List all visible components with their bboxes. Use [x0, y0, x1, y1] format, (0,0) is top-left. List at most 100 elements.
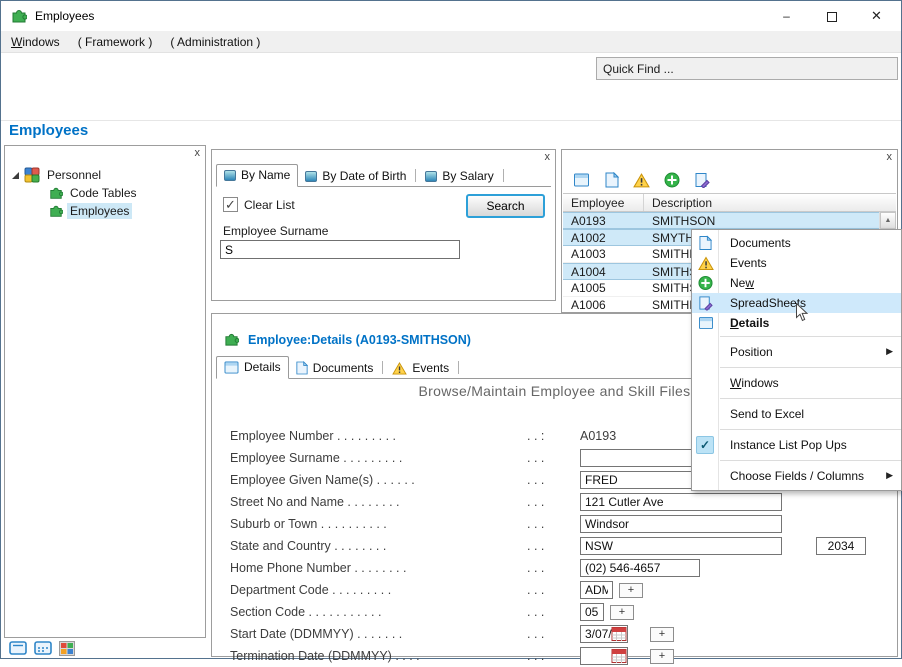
plus-circle-icon: [698, 276, 713, 291]
quick-find-input[interactable]: Quick Find ...: [596, 57, 898, 80]
surname-input[interactable]: [220, 240, 460, 259]
search-panel: x By Name By Date of Birth By Salary ✓ C…: [211, 149, 556, 301]
instance-list-toolbar: [563, 167, 896, 194]
window-icon: [698, 317, 714, 330]
scroll-up-icon[interactable]: ▲: [880, 212, 896, 229]
tree-node-personnel[interactable]: Personnel: [5, 166, 205, 184]
details-button[interactable]: [572, 171, 591, 189]
window-outline-icon: [9, 641, 27, 655]
form-row-section: Section Code . . . . . . . . . . .. . . …: [230, 601, 889, 623]
color-blocks-button[interactable]: [59, 641, 75, 659]
tab-by-name[interactable]: By Name: [216, 164, 298, 187]
close-icon[interactable]: x: [195, 147, 201, 159]
state-field[interactable]: [580, 537, 782, 555]
form-row-state: State and Country . . . . . . . .. . .: [230, 535, 889, 557]
menu-item-new[interactable]: New: [692, 273, 901, 293]
expander-icon[interactable]: [12, 172, 19, 179]
menu-item-send-to-excel[interactable]: Send to Excel: [692, 401, 901, 426]
tab-details[interactable]: Details: [216, 356, 289, 379]
start-date-prompt-button[interactable]: +: [650, 627, 674, 642]
department-prompt-button[interactable]: +: [619, 583, 643, 598]
warning-icon: [698, 256, 714, 270]
close-icon[interactable]: x: [545, 151, 551, 163]
tab-documents[interactable]: Documents: [289, 358, 381, 379]
menu-framework[interactable]: ( Framework ): [69, 31, 162, 53]
list-column-headers: Employee Description: [563, 194, 896, 212]
tree-node-code-tables[interactable]: Code Tables: [5, 184, 205, 202]
grid-view-button[interactable]: [34, 641, 52, 659]
document-icon: [296, 361, 308, 375]
calendar-icon[interactable]: [611, 626, 627, 642]
menu-item-events[interactable]: Events: [692, 253, 901, 273]
puzzle-icon: [49, 204, 63, 218]
form-row-start-date: Start Date (DDMMYY) . . . . . . .. . . +: [230, 623, 889, 645]
close-icon[interactable]: x: [887, 151, 893, 163]
tree-node-employees[interactable]: Employees: [5, 202, 205, 220]
section-field[interactable]: [580, 603, 604, 621]
document-icon: [699, 236, 712, 251]
column-header-description[interactable]: Description: [644, 194, 896, 211]
window-title: Employees: [35, 9, 94, 23]
menu-item-windows[interactable]: Windows: [692, 370, 901, 395]
content-divider: [1, 120, 901, 121]
close-button[interactable]: ✕: [854, 2, 899, 30]
form-row-street: Street No and Name . . . . . . . .. . .: [230, 491, 889, 513]
puzzle-icon: [49, 186, 63, 200]
tab-events[interactable]: Events: [385, 358, 456, 379]
app-window: Employees – ✕ Windows ( Framework ) ( Ad…: [0, 0, 902, 659]
spreadsheet-icon: [694, 172, 710, 188]
context-menu: Documents Events New SpreadSheets Detail…: [691, 229, 902, 491]
department-field[interactable]: [580, 581, 613, 599]
menu-item-choose-fields-columns[interactable]: Choose Fields / Columns ▶: [692, 463, 901, 488]
search-button[interactable]: Search: [466, 194, 545, 218]
menu-item-documents[interactable]: Documents: [692, 233, 901, 253]
menu-windows[interactable]: Windows: [2, 31, 69, 53]
surname-label: Employee Surname: [223, 224, 328, 238]
tab-list-icon: [305, 171, 317, 182]
color-blocks-icon: [59, 641, 75, 656]
phone-field[interactable]: [580, 559, 700, 577]
column-header-employee[interactable]: Employee: [563, 194, 644, 211]
clear-list-label: Clear List: [244, 198, 295, 212]
puzzle-icon: [224, 332, 239, 347]
calendar-icon[interactable]: [611, 648, 627, 664]
mouse-cursor: [795, 303, 809, 323]
menu-bar: Windows ( Framework ) ( Administration ): [1, 31, 901, 53]
submenu-arrow-icon: ▶: [886, 470, 893, 481]
form-row-termination-date: Termination Date (DDMMYY) . . . .. . . +: [230, 645, 889, 667]
spreadsheet-icon: [698, 296, 713, 311]
personnel-icon: [24, 167, 40, 183]
spreadsheets-button[interactable]: [692, 171, 711, 189]
menu-administration[interactable]: ( Administration ): [161, 31, 269, 53]
window-view-button[interactable]: [9, 641, 27, 659]
suburb-field[interactable]: [580, 515, 782, 533]
clear-list-checkbox[interactable]: ✓: [223, 197, 238, 212]
navigation-tree: Personnel Code Tables Employees: [5, 146, 205, 220]
postcode-field[interactable]: [816, 537, 866, 555]
grid-icon: [34, 641, 52, 655]
minimize-button[interactable]: –: [764, 2, 809, 30]
menu-item-position[interactable]: Position ▶: [692, 339, 901, 364]
tree-node-label: Personnel: [44, 167, 104, 183]
new-button[interactable]: [662, 171, 681, 189]
list-row[interactable]: A0193SMITHSON: [563, 212, 879, 229]
status-bar: [9, 641, 75, 659]
menu-item-instance-list-pop-ups[interactable]: ✓ Instance List Pop Ups: [692, 432, 901, 457]
tab-by-date-of-birth[interactable]: By Date of Birth: [298, 166, 413, 187]
plus-circle-icon: [664, 172, 680, 188]
search-tabs: By Name By Date of Birth By Salary: [216, 164, 551, 187]
tab-divider: [503, 169, 504, 182]
tab-list-icon: [425, 171, 437, 182]
street-field[interactable]: [580, 493, 782, 511]
section-prompt-button[interactable]: +: [610, 605, 634, 620]
maximize-button[interactable]: [809, 2, 854, 30]
documents-button[interactable]: [602, 171, 621, 189]
tab-divider: [415, 169, 416, 182]
events-button[interactable]: [632, 171, 651, 189]
window-icon: [224, 361, 239, 374]
menu-separator: [720, 336, 901, 337]
termination-date-prompt-button[interactable]: +: [650, 649, 674, 664]
navigation-panel: x Personnel Code Tables Employees: [4, 145, 206, 638]
employee-number-value: A0193: [580, 429, 616, 443]
tab-by-salary[interactable]: By Salary: [418, 166, 500, 187]
